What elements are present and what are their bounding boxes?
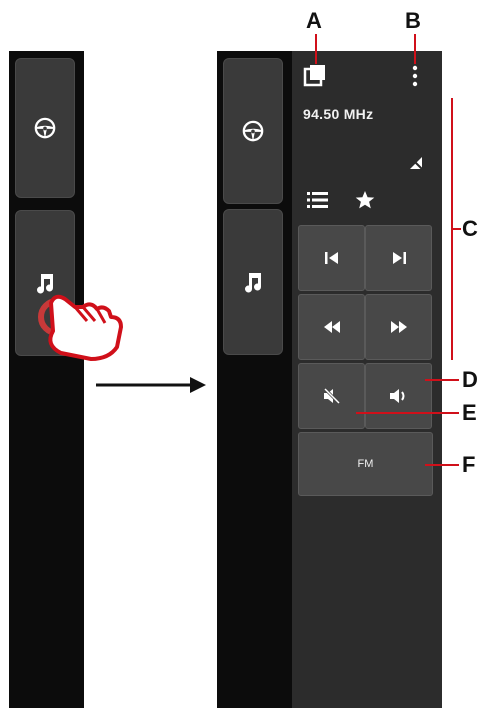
- right-arrow-icon: [96, 377, 206, 393]
- callout-d: D: [462, 367, 478, 392]
- callout-line-f: [425, 464, 459, 466]
- callout-line-c-tick: [451, 228, 461, 230]
- next-button[interactable]: [365, 225, 432, 291]
- left-sidebar: [9, 51, 84, 708]
- more-vertical-icon[interactable]: [409, 64, 421, 88]
- sidebar-button-drive[interactable]: [223, 58, 283, 204]
- callout-line-a: [315, 34, 317, 64]
- callout-b: B: [405, 8, 421, 33]
- volume-icon: [389, 389, 404, 403]
- callout-line-e: [356, 412, 459, 414]
- callout-a: A: [306, 8, 322, 33]
- no-signal-icon: [410, 157, 423, 170]
- skip-next-icon: [392, 252, 406, 264]
- callout-line-b: [414, 34, 416, 64]
- fast-forward-button[interactable]: [365, 294, 432, 360]
- right-sidebar: [217, 51, 292, 708]
- mute-button[interactable]: [298, 363, 365, 429]
- callout-line-d: [425, 379, 459, 381]
- volume-button[interactable]: [365, 363, 432, 429]
- volume-mute-icon: [323, 388, 340, 404]
- sidebar-button-media[interactable]: [223, 209, 283, 355]
- frequency-display: 94.50 MHz: [303, 106, 374, 122]
- rewind-button[interactable]: [298, 294, 365, 360]
- fast-forward-icon: [390, 321, 407, 333]
- music-note-icon: [245, 273, 261, 293]
- band-fm-button[interactable]: FM: [298, 432, 433, 496]
- star-icon[interactable]: [355, 190, 375, 210]
- steering-wheel-icon: [34, 117, 56, 139]
- pointing-hand-icon: [38, 294, 123, 361]
- callout-c: C: [462, 216, 478, 241]
- band-label: FM: [357, 458, 374, 470]
- rewind-icon: [323, 321, 340, 333]
- list-icon[interactable]: [307, 191, 329, 209]
- previous-button[interactable]: [298, 225, 365, 291]
- callout-e: E: [462, 400, 477, 425]
- skip-previous-icon: [324, 252, 338, 264]
- window-copy-icon[interactable]: [303, 63, 327, 87]
- sidebar-button-drive[interactable]: [15, 58, 75, 198]
- steering-wheel-icon: [242, 120, 264, 142]
- callout-f: F: [462, 452, 476, 477]
